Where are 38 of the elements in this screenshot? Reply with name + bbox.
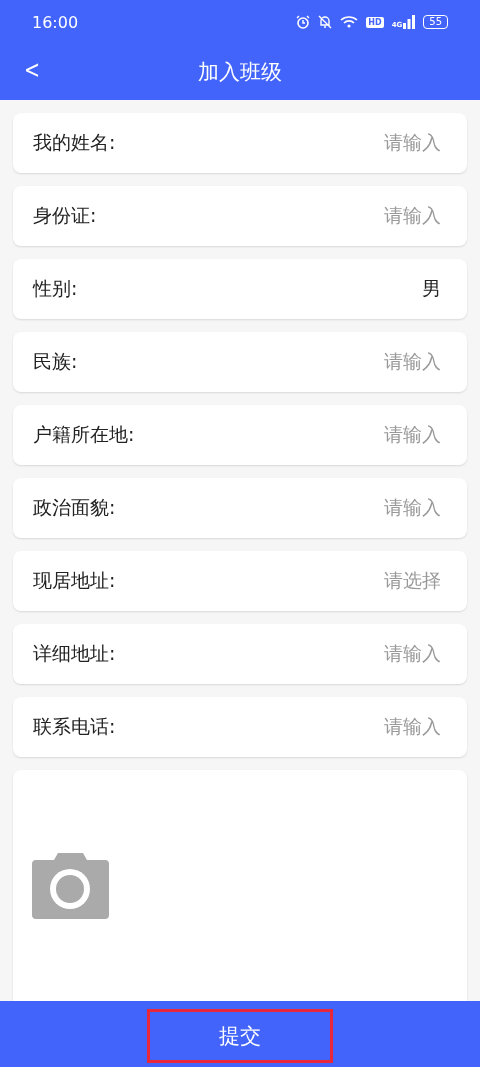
placeholder-text: 请输入 [384,495,441,520]
placeholder-text: 请输入 [384,349,441,374]
placeholder-text: 请输入 [384,641,441,666]
field-label: 我的姓名: [33,130,116,155]
placeholder-text: 请输入 [384,130,441,155]
wifi-icon [340,16,359,28]
field-label: 户籍所在地: [33,422,135,447]
field-label: 民族: [33,349,78,374]
clock-time: 16:00 [32,12,80,32]
form-row[interactable]: 性别: 男 [13,259,467,319]
placeholder-text: 请输入 [384,203,441,228]
placeholder-text: 请输入 [384,422,441,447]
submit-button[interactable]: 提交 [147,1009,333,1063]
placeholder-text: 请输入 [384,714,441,739]
form-row[interactable]: 政治面貌: 请输入 [13,478,467,538]
form-row[interactable]: 民族: 请输入 [13,332,467,392]
bell-muted-icon [318,15,333,29]
form-row[interactable]: 我的姓名: 请输入 [13,113,467,173]
form-row[interactable]: 联系电话: 请输入 [13,697,467,757]
field-label: 身份证: [33,203,97,228]
field-label: 政治面貌: [33,495,116,520]
field-label: 现居地址: [33,568,116,593]
field-label: 详细地址: [33,641,116,666]
signal-icon [403,15,416,29]
battery-level: 55 [423,15,448,29]
page-title: 加入班级 [198,59,282,86]
field-label: 性别: [33,276,78,301]
form-row[interactable]: 详细地址: 请输入 [13,624,467,684]
field-label: 联系电话: [33,714,116,739]
alarm-icon [296,15,311,29]
form-row[interactable]: 现居地址: 请选择 [13,551,467,611]
hd-badge: HD [366,16,384,28]
placeholder-text: 请选择 [384,568,441,593]
field-value: 男 [422,276,441,301]
form-row[interactable]: 身份证: 请输入 [13,186,467,246]
back-button[interactable]: < [17,54,47,86]
form-row[interactable]: 户籍所在地: 请输入 [13,405,467,465]
camera-icon[interactable] [32,852,109,919]
